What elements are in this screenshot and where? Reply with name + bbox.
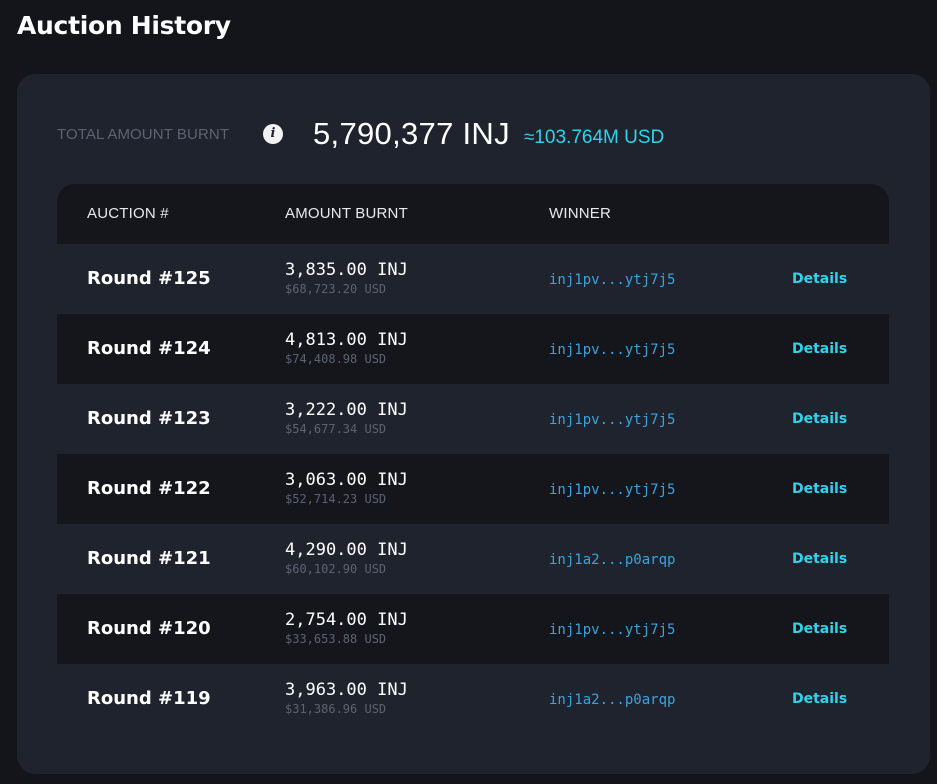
details-link[interactable]: Details: [792, 384, 847, 454]
round-label: Round #121: [87, 548, 211, 569]
amount-inj: 2,754.00 INJ: [285, 610, 408, 630]
table-row: Round #122 3,063.00 INJ $52,714.23 USD i…: [57, 454, 889, 524]
details-link[interactable]: Details: [792, 524, 847, 594]
winner-address-link[interactable]: inj1a2...p0arqp: [549, 524, 675, 596]
amount-usd: $60,102.90 USD: [285, 562, 387, 576]
winner-address-link[interactable]: inj1pv...ytj7j5: [549, 244, 675, 316]
round-label: Round #122: [87, 478, 211, 499]
amount-inj: 3,963.00 INJ: [285, 680, 408, 700]
total-burnt-usd: ≈103.764M USD: [523, 127, 665, 148]
amount-cell: 3,063.00 INJ $52,714.23 USD: [285, 469, 408, 507]
amount-cell: 3,835.00 INJ $68,723.20 USD: [285, 259, 408, 297]
amount-cell: 2,754.00 INJ $33,653.88 USD: [285, 609, 408, 647]
details-link[interactable]: Details: [792, 454, 847, 524]
round-label: Round #120: [87, 618, 211, 639]
header-auction: AUCTION #: [87, 205, 169, 222]
amount-inj: 4,290.00 INJ: [285, 540, 408, 560]
amount-cell: 4,813.00 INJ $74,408.98 USD: [285, 329, 408, 367]
table-row: Round #125 3,835.00 INJ $68,723.20 USD i…: [57, 244, 889, 314]
amount-usd: $54,677.34 USD: [285, 422, 387, 436]
winner-address-link[interactable]: inj1a2...p0arqp: [549, 664, 675, 736]
details-link[interactable]: Details: [792, 664, 847, 734]
amount-inj: 3,063.00 INJ: [285, 470, 408, 490]
header-amount-burnt: AMOUNT BURNT: [285, 205, 408, 222]
amount-usd: $33,653.88 USD: [285, 632, 387, 646]
amount-inj: 3,222.00 INJ: [285, 400, 408, 420]
total-burnt-value: 5,790,377 INJ: [313, 116, 510, 151]
info-icon[interactable]: i: [263, 124, 283, 144]
table-row: Round #124 4,813.00 INJ $74,408.98 USD i…: [57, 314, 889, 384]
amount-usd: $31,386.96 USD: [285, 702, 387, 716]
auction-history-card: TOTAL AMOUNT BURNT i 5,790,377 INJ ≈103.…: [17, 74, 930, 774]
round-label: Round #125: [87, 268, 211, 289]
table-row: Round #121 4,290.00 INJ $60,102.90 USD i…: [57, 524, 889, 594]
amount-inj: 4,813.00 INJ: [285, 330, 408, 350]
details-link[interactable]: Details: [792, 244, 847, 314]
details-link[interactable]: Details: [792, 314, 847, 384]
amount-cell: 3,963.00 INJ $31,386.96 USD: [285, 679, 408, 717]
total-burnt-summary: TOTAL AMOUNT BURNT i 5,790,377 INJ ≈103.…: [57, 112, 664, 156]
winner-address-link[interactable]: inj1pv...ytj7j5: [549, 454, 675, 526]
amount-inj: 3,835.00 INJ: [285, 260, 408, 280]
winner-address-link[interactable]: inj1pv...ytj7j5: [549, 384, 675, 456]
round-label: Round #123: [87, 408, 211, 429]
amount-cell: 4,290.00 INJ $60,102.90 USD: [285, 539, 408, 577]
table-row: Round #123 3,222.00 INJ $54,677.34 USD i…: [57, 384, 889, 454]
auction-table: AUCTION # AMOUNT BURNT WINNER Round #125…: [57, 184, 889, 784]
amount-usd: $52,714.23 USD: [285, 492, 387, 506]
total-burnt-label: TOTAL AMOUNT BURNT: [57, 125, 230, 143]
winner-address-link[interactable]: inj1pv...ytj7j5: [549, 314, 675, 386]
page-title: Auction History: [17, 11, 231, 40]
table-row: Round #120 2,754.00 INJ $33,653.88 USD i…: [57, 594, 889, 664]
header-winner: WINNER: [549, 205, 612, 222]
winner-address-link[interactable]: inj1pv...ytj7j5: [549, 594, 675, 666]
amount-usd: $68,723.20 USD: [285, 282, 387, 296]
details-link[interactable]: Details: [792, 594, 847, 664]
amount-usd: $74,408.98 USD: [285, 352, 387, 366]
table-header: AUCTION # AMOUNT BURNT WINNER: [57, 184, 889, 244]
round-label: Round #119: [87, 688, 211, 709]
amount-cell: 3,222.00 INJ $54,677.34 USD: [285, 399, 408, 437]
table-row: Round #119 3,963.00 INJ $31,386.96 USD i…: [57, 664, 889, 734]
round-label: Round #124: [87, 338, 211, 359]
